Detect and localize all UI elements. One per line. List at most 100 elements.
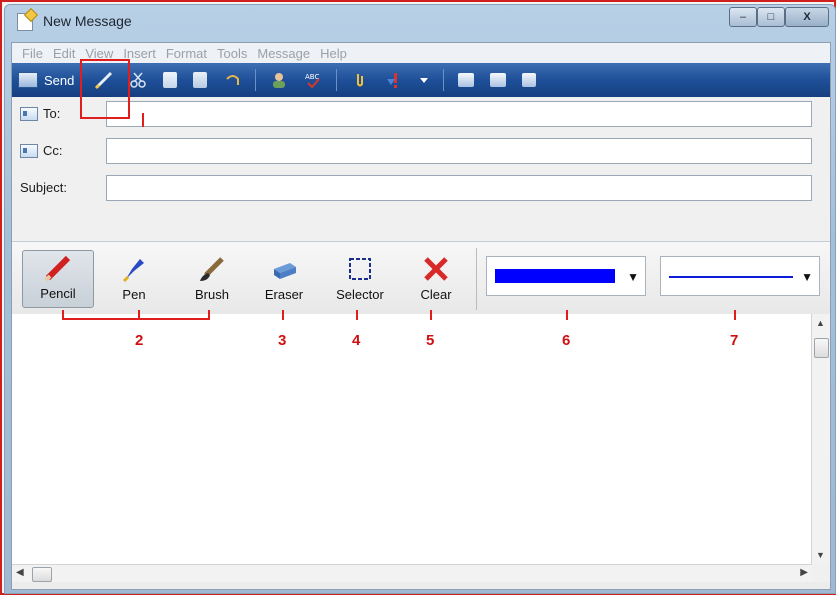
annotation-7: 7 xyxy=(730,332,739,349)
toolbar-separator xyxy=(443,69,445,91)
scroll-thumb[interactable] xyxy=(814,338,829,358)
minimize-icon: – xyxy=(739,11,747,23)
to-button[interactable]: To: xyxy=(20,106,60,121)
selector-label: Selector xyxy=(336,287,384,302)
cc-label: Cc: xyxy=(43,143,63,158)
annotation-tick xyxy=(282,310,284,320)
pen-button-highlight xyxy=(80,59,130,119)
pen-label: Pen xyxy=(122,287,146,302)
menu-tools[interactable]: Tools xyxy=(217,46,247,61)
cc-row: Cc: xyxy=(12,136,830,166)
annotation-5: 5 xyxy=(426,332,435,349)
send-label: Send xyxy=(44,72,75,88)
dropdown-arrow-icon: ▼ xyxy=(801,270,813,284)
offline-icon[interactable] xyxy=(522,73,537,87)
pen-tool[interactable]: Pen xyxy=(98,250,170,308)
cc-field[interactable] xyxy=(106,138,812,164)
hscroll-thumb[interactable] xyxy=(32,567,52,582)
selection-rectangle-icon xyxy=(349,258,371,280)
color-dropdown[interactable]: ▼ xyxy=(486,256,646,296)
send-button[interactable]: Send xyxy=(18,72,74,88)
check-names-icon[interactable] xyxy=(270,71,288,89)
encrypt-icon[interactable] xyxy=(490,73,507,87)
eraser-label: Eraser xyxy=(264,287,304,302)
paste-icon[interactable] xyxy=(193,72,208,88)
scroll-left-icon[interactable]: ◀ xyxy=(16,567,24,578)
eraser-tool[interactable]: Eraser xyxy=(248,250,320,308)
toolbar: Send ABC xyxy=(12,63,830,97)
annotation-3: 3 xyxy=(278,332,287,349)
sign-icon[interactable] xyxy=(458,73,475,87)
brush-tool[interactable]: Brush xyxy=(176,250,248,308)
dropdown-arrow-icon: ▼ xyxy=(627,270,639,284)
scroll-down-icon[interactable]: ▼ xyxy=(816,550,825,560)
color-swatch xyxy=(495,269,615,283)
menu-format[interactable]: Format xyxy=(166,46,207,61)
annotation-6: 6 xyxy=(562,332,571,349)
clear-tool[interactable]: Clear xyxy=(400,250,472,308)
close-button[interactable]: X xyxy=(785,7,829,27)
priority-icon[interactable] xyxy=(385,71,403,89)
line-width-dropdown[interactable]: ▼ xyxy=(660,256,820,296)
to-label: To: xyxy=(43,106,61,121)
selector-tool[interactable]: Selector xyxy=(324,250,396,308)
menu-file[interactable]: File xyxy=(22,46,43,61)
copy-icon[interactable] xyxy=(163,72,178,88)
fountain-pen-icon xyxy=(122,259,144,283)
annotation-2: 2 xyxy=(135,332,144,349)
window-title: New Message xyxy=(43,13,132,29)
cut-icon[interactable] xyxy=(129,71,147,89)
toolbar-separator xyxy=(255,69,257,91)
annotation-bracket-2 xyxy=(62,318,210,320)
annotation-tick xyxy=(138,310,140,320)
send-icon xyxy=(18,72,38,88)
menu-bar: File Edit View Insert Format Tools Messa… xyxy=(12,43,830,63)
cc-button[interactable]: Cc: xyxy=(20,143,63,158)
annotation-tick xyxy=(356,310,358,320)
clear-x-icon xyxy=(424,257,448,281)
address-book-icon xyxy=(20,143,38,158)
subject-field[interactable] xyxy=(106,175,812,201)
subject-label: Subject: xyxy=(20,180,67,195)
clear-label: Clear xyxy=(420,287,452,302)
brush-label: Brush xyxy=(195,287,229,302)
horizontal-scrollbar[interactable]: ◀ ▶ xyxy=(12,564,812,583)
line-width-preview xyxy=(669,276,793,278)
dropdown-icon[interactable] xyxy=(419,71,429,89)
annotation-tick xyxy=(566,310,568,320)
to-row: To: xyxy=(12,99,830,129)
undo-icon[interactable] xyxy=(223,71,241,89)
annotation-tick xyxy=(208,310,210,320)
drawing-toolbar: Pencil Pen Brush Eraser Selector Clear ▼… xyxy=(12,241,830,315)
scroll-right-icon[interactable]: ▶ xyxy=(800,567,808,578)
pencil-icon xyxy=(44,255,71,282)
menu-help[interactable]: Help xyxy=(320,46,347,61)
address-book-icon xyxy=(20,106,38,121)
drawbar-separator xyxy=(476,248,477,310)
annotation-tick xyxy=(62,310,64,320)
message-body[interactable]: ▲ ▼ xyxy=(12,314,830,564)
subject-row: Subject: xyxy=(12,173,830,203)
menu-edit[interactable]: Edit xyxy=(53,46,75,61)
maximize-button[interactable]: □ xyxy=(757,7,785,27)
new-message-icon xyxy=(17,13,33,31)
spelling-icon[interactable]: ABC xyxy=(304,71,322,89)
vertical-scrollbar[interactable]: ▲ ▼ xyxy=(811,314,830,564)
pencil-tool[interactable]: Pencil xyxy=(22,250,94,308)
title-bar: New Message – □ X xyxy=(5,5,835,37)
annotation-tick xyxy=(430,310,432,320)
window-content: File Edit View Insert Format Tools Messa… xyxy=(11,42,831,590)
annotation-marker-1 xyxy=(142,113,144,127)
annotation-tick xyxy=(734,310,736,320)
annotation-4: 4 xyxy=(352,332,361,349)
eraser-icon xyxy=(274,263,296,279)
toolbar-separator xyxy=(336,69,338,91)
maximize-icon: □ xyxy=(767,11,775,23)
close-icon: X xyxy=(803,11,811,23)
status-bar xyxy=(12,582,830,589)
scroll-up-icon[interactable]: ▲ xyxy=(816,318,825,328)
menu-message[interactable]: Message xyxy=(257,46,310,61)
to-field[interactable] xyxy=(106,101,812,127)
minimize-button[interactable]: – xyxy=(729,7,757,27)
attach-icon[interactable] xyxy=(351,71,369,89)
